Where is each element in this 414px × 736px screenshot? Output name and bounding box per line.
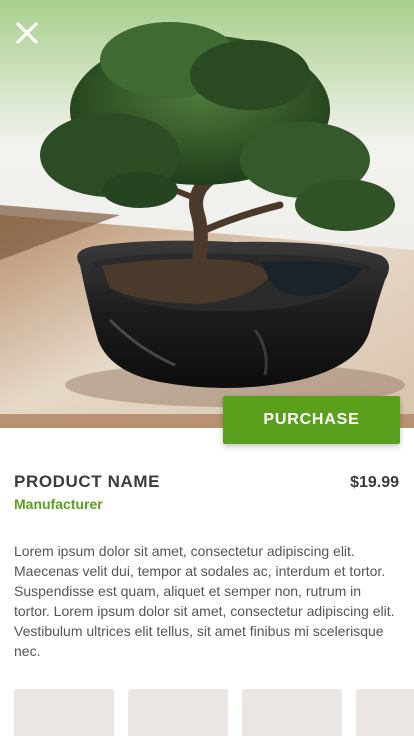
product-price: $19.99 [350, 474, 399, 491]
product-name: PRODUCT NAME [14, 472, 161, 491]
gallery-thumbnail[interactable] [356, 689, 414, 736]
purchase-button[interactable]: PURCHASE [223, 396, 400, 444]
product-description: Lorem ipsum dolor sit amet, consectetur … [14, 543, 395, 659]
manufacturer-link[interactable]: Manufacturer [14, 496, 103, 512]
close-icon [16, 22, 38, 44]
product-detail-screen: PURCHASE PRODUCT NAME Manufacturer $19.9… [0, 0, 414, 736]
gallery-thumbnail[interactable] [128, 689, 228, 736]
gallery-thumbnail[interactable] [14, 689, 114, 736]
product-hero-image [0, 0, 414, 414]
gallery-thumbnail[interactable] [242, 689, 342, 736]
close-button[interactable] [12, 18, 42, 48]
thumbnail-gallery [14, 689, 414, 736]
